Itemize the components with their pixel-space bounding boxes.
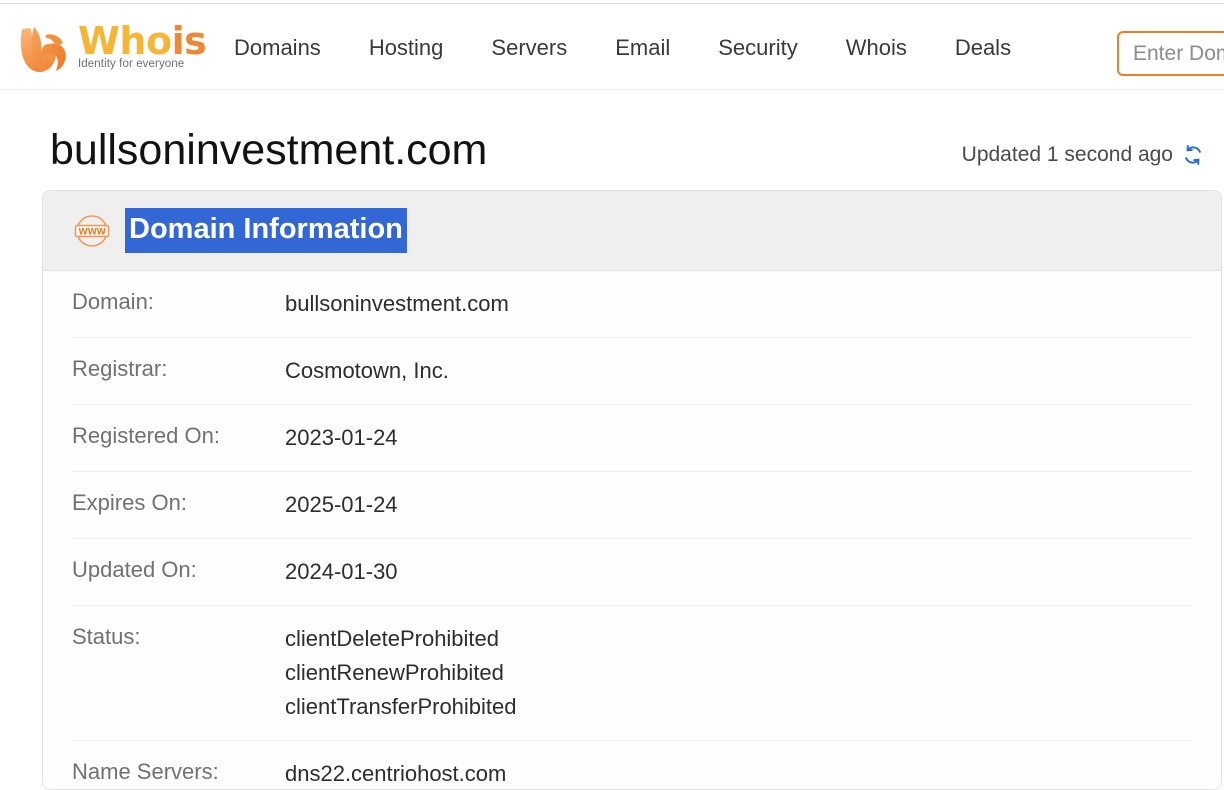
table-row: Registrar: Cosmotown, Inc.	[72, 338, 1192, 405]
value-line: clientTransferProhibited	[285, 694, 517, 719]
page-title: bullsoninvestment.com	[50, 126, 488, 174]
value-line: clientDeleteProhibited	[285, 626, 500, 651]
row-value-status: clientDeleteProhibited clientRenewProhib…	[285, 622, 517, 724]
row-label-status: Status:	[72, 624, 141, 649]
nav-link-email[interactable]: Email	[615, 35, 670, 61]
nav-link-servers[interactable]: Servers	[491, 35, 567, 61]
card-title: Domain Information	[125, 208, 407, 253]
row-label-updated-on: Updated On:	[72, 557, 197, 582]
value-line: clientRenewProhibited	[285, 660, 504, 685]
row-value-expires-on: 2025-01-24	[285, 488, 398, 522]
primary-nav-links: Domains Hosting Servers Email Security W…	[234, 35, 1011, 61]
value-line: Cosmotown, Inc.	[285, 358, 449, 383]
table-row: Domain: bullsoninvestment.com	[72, 271, 1192, 338]
row-value-domain: bullsoninvestment.com	[285, 287, 509, 321]
logo-word-is: is	[171, 19, 207, 63]
row-label-registrar: Registrar:	[72, 356, 168, 381]
row-label-expires-on: Expires On:	[72, 490, 187, 515]
logo-word: Whois	[78, 21, 214, 61]
value-line: 2024-01-30	[285, 559, 398, 584]
value-line: 2025-01-24	[285, 492, 398, 517]
svg-text:WWW: WWW	[78, 227, 106, 237]
www-globe-icon: WWW	[74, 214, 110, 247]
domain-search-input[interactable]	[1117, 31, 1224, 76]
nav-link-domains[interactable]: Domains	[234, 35, 321, 61]
card-header: WWW Domain Information	[43, 191, 1221, 271]
site-logo[interactable]: Whois Identity for everyone	[16, 21, 212, 79]
value-line: bullsoninvestment.com	[285, 291, 509, 316]
card-body: Domain: bullsoninvestment.com Registrar:…	[43, 271, 1221, 789]
logo-wordmark: Whois Identity for everyone	[78, 21, 214, 77]
updated-text: Updated 1 second ago	[961, 143, 1173, 166]
table-row: Registered On: 2023-01-24	[72, 405, 1192, 472]
row-value-name-servers: dns22.centriohost.com dns23.centriohost.…	[285, 757, 507, 789]
table-row: Status: clientDeleteProhibited clientRen…	[72, 606, 1192, 741]
logo-word-who: Who	[78, 19, 172, 63]
nav-link-hosting[interactable]: Hosting	[369, 35, 444, 61]
updated-status: Updated 1 second ago	[962, 143, 1204, 167]
row-label-registered-on: Registered On:	[72, 423, 220, 448]
row-label-name-servers: Name Servers:	[72, 759, 219, 784]
value-line: dns22.centriohost.com	[285, 761, 507, 786]
table-row: Expires On: 2025-01-24	[72, 472, 1192, 539]
refresh-icon[interactable]	[1182, 144, 1204, 166]
row-value-registered-on: 2023-01-24	[285, 421, 398, 455]
nav-link-deals[interactable]: Deals	[955, 35, 1011, 61]
table-row: Updated On: 2024-01-30	[72, 539, 1192, 606]
row-value-updated-on: 2024-01-30	[285, 555, 398, 589]
table-row: Name Servers: dns22.centriohost.com dns2…	[72, 741, 1192, 789]
whois-hand-logo-icon	[20, 27, 66, 73]
value-line: 2023-01-24	[285, 425, 398, 450]
nav-link-security[interactable]: Security	[718, 35, 797, 61]
row-label-domain: Domain:	[72, 289, 154, 314]
nav-link-whois[interactable]: Whois	[846, 35, 907, 61]
row-value-registrar: Cosmotown, Inc.	[285, 354, 449, 388]
domain-information-card: WWW Domain Information Domain: bullsonin…	[42, 190, 1222, 790]
top-navigation-bar: Whois Identity for everyone Domains Host…	[0, 4, 1224, 90]
